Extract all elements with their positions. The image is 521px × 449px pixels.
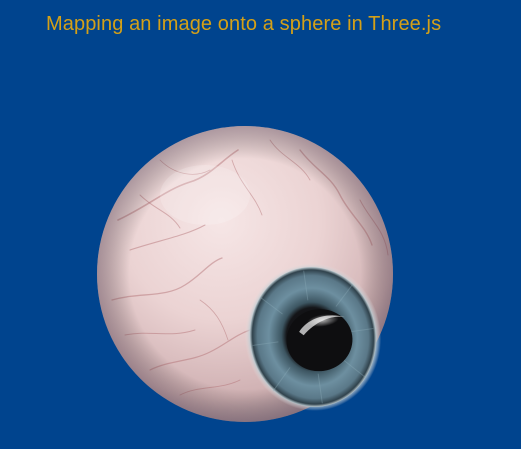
eyeball-sphere[interactable]	[0, 0, 521, 449]
threejs-viewport[interactable]: Mapping an image onto a sphere in Three.…	[0, 0, 521, 449]
